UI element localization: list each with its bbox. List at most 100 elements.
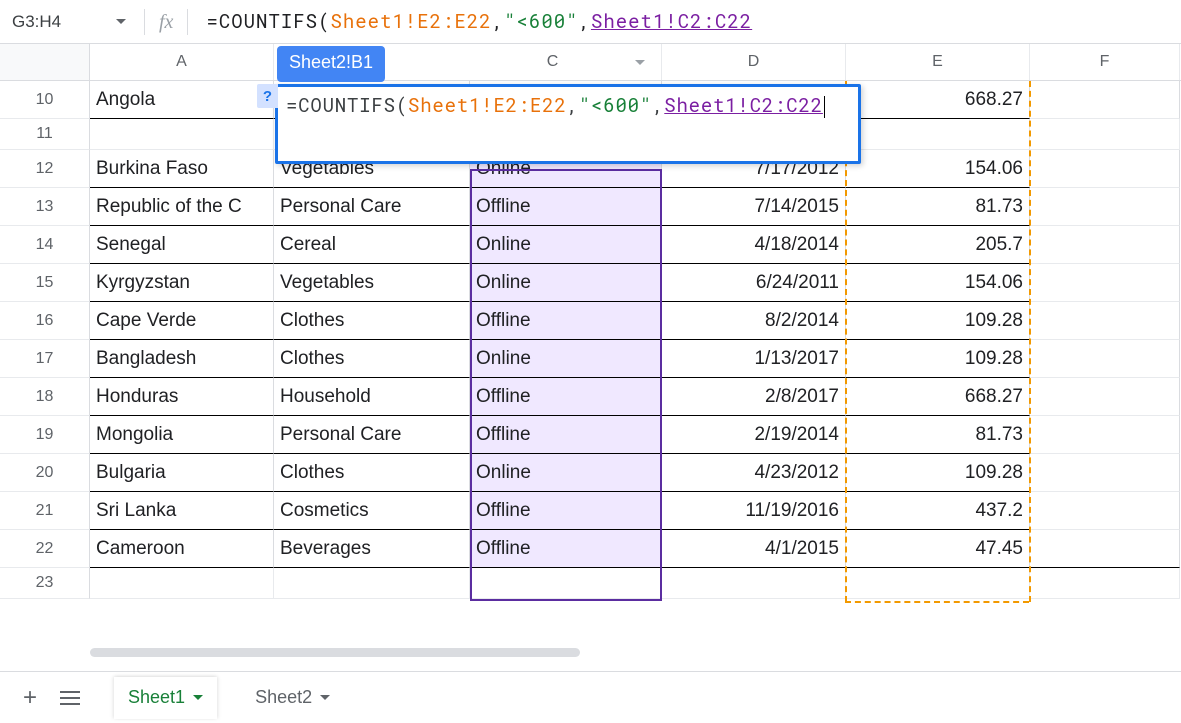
cell-e[interactable]: 81.73 (846, 188, 1030, 226)
cell-a[interactable]: Mongolia (90, 416, 274, 454)
cell-d[interactable]: 6/24/2011 (662, 264, 846, 302)
cell-d[interactable]: 2/8/2017 (662, 378, 846, 416)
cell-b[interactable] (274, 568, 470, 599)
cell-f[interactable] (1030, 226, 1180, 264)
cell-d[interactable] (662, 568, 846, 599)
cell-a[interactable]: Cape Verde (90, 302, 274, 340)
chevron-down-icon[interactable] (635, 60, 645, 65)
cell-d[interactable]: 4/18/2014 (662, 226, 846, 264)
cell-b[interactable]: Household (274, 378, 470, 416)
row-header[interactable]: 13 (0, 188, 90, 226)
row-header[interactable]: 15 (0, 264, 90, 302)
cell-b[interactable]: Personal Care (274, 188, 470, 226)
cell-a[interactable]: Sri Lanka (90, 492, 274, 530)
cell-d[interactable]: 8/2/2014 (662, 302, 846, 340)
cell-d[interactable]: 7/14/2015 (662, 188, 846, 226)
select-all-corner[interactable] (0, 44, 90, 80)
cell-f[interactable] (1030, 302, 1180, 340)
cell-f[interactable] (1030, 568, 1180, 599)
cell-editor-text[interactable]: =COUNTIFS(Sheet1!E2:E22,"<600",Sheet1!C2… (278, 87, 858, 124)
cell-a[interactable]: Angola (90, 81, 274, 119)
sheet-tab-sheet1[interactable]: Sheet1 (114, 677, 217, 719)
col-header-label: C (470, 53, 635, 71)
cell-b[interactable]: Vegetables (274, 264, 470, 302)
cell-e[interactable]: 154.06 (846, 150, 1030, 188)
cell-a[interactable]: Cameroon (90, 530, 274, 568)
row-header[interactable]: 14 (0, 226, 90, 264)
cell-e[interactable]: 205.7 (846, 226, 1030, 264)
row-header[interactable]: 12 (0, 150, 90, 188)
sheet-tab-sheet2[interactable]: Sheet2 (241, 677, 344, 719)
row-header[interactable]: 20 (0, 454, 90, 492)
row-header[interactable]: 22 (0, 530, 90, 568)
cell-e[interactable]: 109.28 (846, 454, 1030, 492)
cell-e[interactable]: 109.28 (846, 340, 1030, 378)
cell-e[interactable]: 668.27 (846, 378, 1030, 416)
cell-f[interactable] (1030, 81, 1180, 119)
cell-b[interactable]: Personal Care (274, 416, 470, 454)
cell-f[interactable] (1030, 119, 1180, 150)
name-box[interactable]: G3:H4 (8, 6, 130, 38)
cell-d[interactable]: 4/1/2015 (662, 530, 846, 568)
row-header[interactable]: 10 (0, 81, 90, 119)
horizontal-scrollbar[interactable] (90, 644, 1181, 659)
all-sheets-menu-button[interactable] (50, 678, 90, 718)
cell-d[interactable]: 4/23/2012 (662, 454, 846, 492)
cell-d[interactable]: 1/13/2017 (662, 340, 846, 378)
cell-e[interactable]: 668.27 (846, 81, 1030, 119)
formula-help-icon[interactable]: ? (257, 84, 278, 108)
cell-a[interactable]: Bangladesh (90, 340, 274, 378)
col-header-c[interactable]: C (470, 44, 662, 80)
cell-a[interactable]: Honduras (90, 378, 274, 416)
col-header-d[interactable]: D (662, 44, 846, 80)
row-header[interactable]: 23 (0, 568, 90, 599)
col-header-e[interactable]: E (846, 44, 1030, 80)
row-header[interactable]: 19 (0, 416, 90, 454)
cell-f[interactable] (1030, 416, 1180, 454)
cell-b[interactable]: Clothes (274, 454, 470, 492)
row-header[interactable]: 21 (0, 492, 90, 530)
scroll-thumb[interactable] (90, 648, 580, 657)
row-header[interactable]: 16 (0, 302, 90, 340)
cell-f[interactable] (1030, 492, 1180, 530)
row-header[interactable]: 11 (0, 119, 90, 150)
cell-a[interactable]: Kyrgyzstan (90, 264, 274, 302)
divider (144, 9, 145, 35)
cell-b[interactable]: Beverages (274, 530, 470, 568)
cell-a[interactable]: Senegal (90, 226, 274, 264)
row-header[interactable]: 17 (0, 340, 90, 378)
cell-b[interactable]: Cereal (274, 226, 470, 264)
col-header-a[interactable]: A (90, 44, 274, 80)
cell-f[interactable] (1030, 530, 1180, 568)
cell-e[interactable]: 437.2 (846, 492, 1030, 530)
cell-editor[interactable]: ? =COUNTIFS(Sheet1!E2:E22,"<600",Sheet1!… (275, 84, 861, 164)
cell-f[interactable] (1030, 264, 1180, 302)
cell-e[interactable]: 154.06 (846, 264, 1030, 302)
cell-a[interactable]: Republic of the C (90, 188, 274, 226)
cell-a[interactable]: Burkina Faso (90, 150, 274, 188)
cell-d[interactable]: 2/19/2014 (662, 416, 846, 454)
col-header-f[interactable]: F (1030, 44, 1180, 80)
cell-b[interactable]: Clothes (274, 340, 470, 378)
add-sheet-button[interactable]: + (10, 678, 50, 718)
cell-f[interactable] (1030, 378, 1180, 416)
cell-b[interactable]: Clothes (274, 302, 470, 340)
cell-e[interactable]: 47.45 (846, 530, 1030, 568)
cell-f[interactable] (1030, 340, 1180, 378)
cell-a[interactable]: Bulgaria (90, 454, 274, 492)
formula-input[interactable]: =COUNTIFS(Sheet1!E2:E22,"<600",Sheet1!C2… (206, 9, 752, 34)
cell-f[interactable] (1030, 150, 1180, 188)
cell-d[interactable]: 11/19/2016 (662, 492, 846, 530)
cell-e[interactable]: 109.28 (846, 302, 1030, 340)
cell-e[interactable]: 81.73 (846, 416, 1030, 454)
cell-f[interactable] (1030, 188, 1180, 226)
row-header[interactable]: 18 (0, 378, 90, 416)
chevron-down-icon[interactable] (193, 695, 203, 700)
cell-e[interactable] (846, 568, 1030, 599)
cell-f[interactable] (1030, 454, 1180, 492)
cell-b[interactable]: Cosmetics (274, 492, 470, 530)
cell-e[interactable] (846, 119, 1030, 150)
cell-a[interactable] (90, 568, 274, 599)
cell-a[interactable] (90, 119, 274, 150)
chevron-down-icon[interactable] (320, 695, 330, 700)
